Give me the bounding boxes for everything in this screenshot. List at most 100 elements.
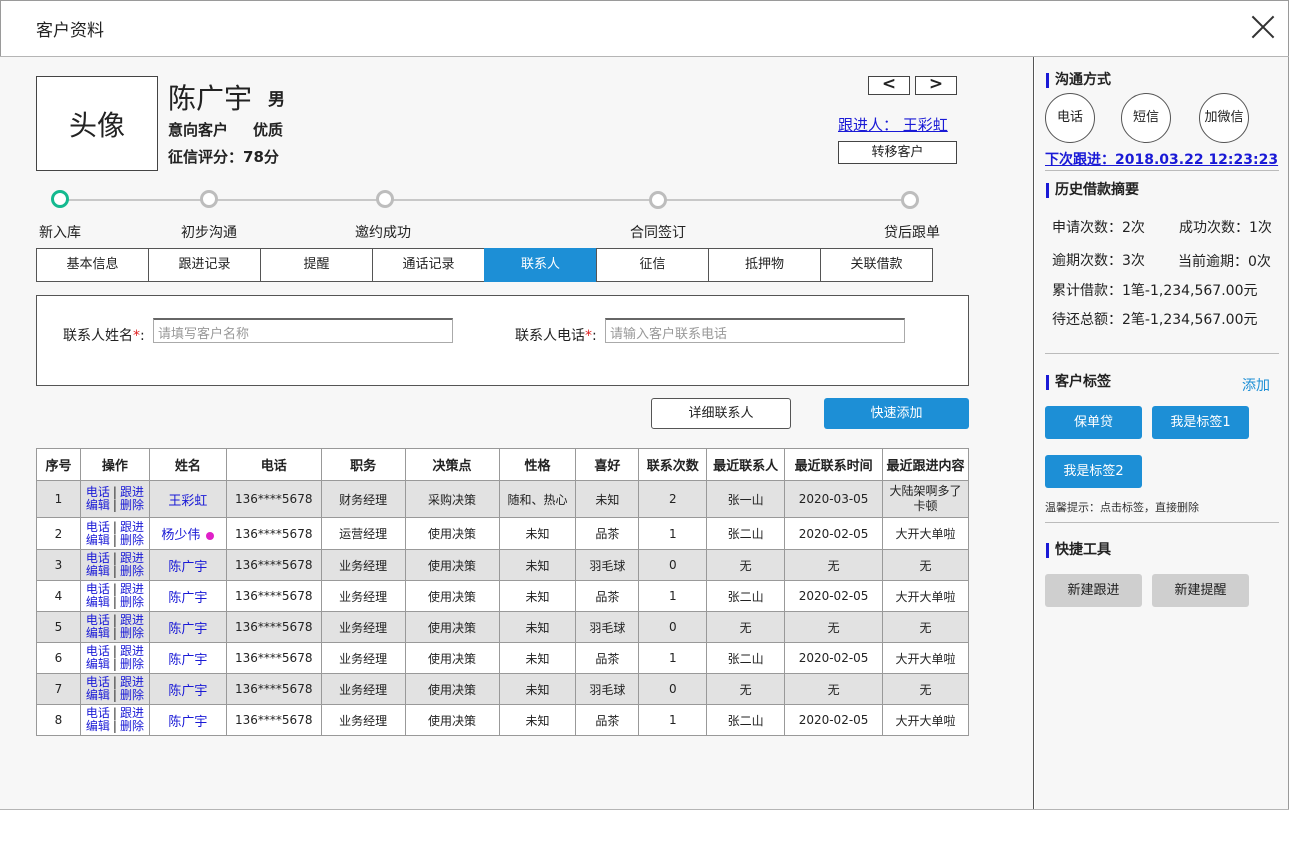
hobby: 羽毛球 xyxy=(575,611,640,643)
follow-link[interactable]: 跟进 xyxy=(120,644,144,658)
hobby: 未知 xyxy=(575,480,640,518)
contact-name-link[interactable]: 陈广宇 xyxy=(168,684,207,699)
contact-title-text: 财务经理 xyxy=(339,492,388,507)
contact-form: 联系人姓名*: 请填写客户名称 联系人电话*: 请输入客户联系电话 xyxy=(36,295,969,386)
delete-link[interactable]: 删除 xyxy=(120,498,144,512)
call-link[interactable]: 电话 xyxy=(86,520,110,534)
tag-label-1[interactable]: 我是标签1 xyxy=(1152,406,1249,439)
tag-policy-loan[interactable]: 保单贷 xyxy=(1045,406,1142,439)
edit-link[interactable]: 编辑 xyxy=(86,626,110,640)
follow-link[interactable]: 跟进 xyxy=(120,675,144,689)
current-overdue: 当前逾期：0次 xyxy=(1178,254,1271,270)
row-number: 6 xyxy=(36,642,81,674)
next-follow-link[interactable]: 下次跟进：2018.03.22 12:23:23 xyxy=(1045,149,1278,169)
separator: | xyxy=(112,688,117,702)
contact-phone: 136****5678 xyxy=(225,673,322,705)
decision-point-text: 采购决策 xyxy=(428,492,477,507)
edit-link[interactable]: 编辑 xyxy=(86,688,110,702)
follow-link[interactable]: 跟进 xyxy=(120,551,144,565)
edit-link[interactable]: 编辑 xyxy=(86,498,110,512)
tab-reminders[interactable]: 提醒 xyxy=(260,248,373,282)
follow-link[interactable]: 跟进 xyxy=(120,613,144,627)
last-contact: 无 xyxy=(706,611,786,643)
tag-hint: 温馨提示：点击标签，直接删除 xyxy=(1045,501,1199,514)
contact-title-text: 业务经理 xyxy=(339,651,388,666)
personality: 未知 xyxy=(498,642,577,674)
call-link[interactable]: 电话 xyxy=(86,485,110,499)
table-row: 8 电话 | 跟进 编辑 | 删除 陈广宇 136****5678 业务经理 使用决策 未知 品茶 1 张二… xyxy=(36,704,969,736)
follow-link[interactable]: 跟进 xyxy=(120,706,144,720)
follow-link[interactable]: 跟进 xyxy=(120,582,144,596)
add-wechat-button[interactable]: 加微信 xyxy=(1199,93,1249,143)
edit-link[interactable]: 编辑 xyxy=(86,657,110,671)
tag-label-2[interactable]: 我是标签2 xyxy=(1045,455,1142,488)
decision-point-text: 使用决策 xyxy=(428,651,477,666)
tab-call-records[interactable]: 通话记录 xyxy=(372,248,485,282)
contact-name-link[interactable]: 陈广宇 xyxy=(168,591,207,606)
separator: | xyxy=(112,719,117,733)
transfer-customer-button[interactable]: 转移客户 xyxy=(838,141,957,164)
contact-count: 1 xyxy=(638,704,708,736)
follow-link[interactable]: 跟进 xyxy=(120,520,144,534)
table-row: 6 电话 | 跟进 编辑 | 删除 陈广宇 136****5678 业务经理 使用决策 未知 品茶 1 张二… xyxy=(36,642,969,674)
contact-name-link[interactable]: 杨少伟 xyxy=(161,528,200,543)
delete-link[interactable]: 删除 xyxy=(120,657,144,671)
edit-link[interactable]: 编辑 xyxy=(86,533,110,547)
tab-contacts[interactable]: 联系人 xyxy=(484,248,597,282)
last-follow-content-text: 大开大单啦 xyxy=(895,589,956,604)
contact-name-input[interactable]: 请填写客户名称 xyxy=(153,318,453,343)
quick-add-button[interactable]: 快速添加 xyxy=(824,398,969,429)
contact-title-text: 业务经理 xyxy=(339,620,388,635)
contact-name-link[interactable]: 陈广宇 xyxy=(168,653,207,668)
contact-phone-input[interactable]: 请输入客户联系电话 xyxy=(605,318,905,343)
footer-bar xyxy=(0,809,1289,846)
status-dot-icon xyxy=(206,531,215,540)
contact-title: 业务经理 xyxy=(320,611,406,643)
delete-link[interactable]: 删除 xyxy=(120,595,144,609)
table-row: 2 电话 | 跟进 编辑 | 删除 杨少伟 136****5678 运营经理 使用决策 未知 品茶 1 张二… xyxy=(36,517,969,550)
call-link[interactable]: 电话 xyxy=(86,644,110,658)
sms-button[interactable]: 短信 xyxy=(1121,93,1171,143)
call-button[interactable]: 电话 xyxy=(1045,93,1095,143)
tools-title: 快捷工具 xyxy=(1046,543,1111,558)
follower-link[interactable]: 跟进人： 王彩虹 xyxy=(838,114,948,135)
edit-link[interactable]: 编辑 xyxy=(86,564,110,578)
delete-link[interactable]: 删除 xyxy=(120,564,144,578)
new-reminder-button[interactable]: 新建提醒 xyxy=(1152,574,1249,607)
tab-basic-info[interactable]: 基本信息 xyxy=(36,248,149,282)
edit-link[interactable]: 编辑 xyxy=(86,719,110,733)
call-link[interactable]: 电话 xyxy=(86,582,110,596)
call-link[interactable]: 电话 xyxy=(86,613,110,627)
delete-link[interactable]: 删除 xyxy=(120,719,144,733)
contact-phone-text: 136****5678 xyxy=(235,589,313,603)
call-link[interactable]: 电话 xyxy=(86,551,110,565)
contact-name-link[interactable]: 陈广宇 xyxy=(168,560,207,575)
contact-title: 业务经理 xyxy=(320,673,406,705)
hobby: 羽毛球 xyxy=(575,673,640,705)
delete-link[interactable]: 删除 xyxy=(120,688,144,702)
tab-related-loans[interactable]: 关联借款 xyxy=(820,248,933,282)
call-link[interactable]: 电话 xyxy=(86,675,110,689)
new-follow-button[interactable]: 新建跟进 xyxy=(1045,574,1142,607)
contact-name-link[interactable]: 陈广宇 xyxy=(168,622,207,637)
delete-link[interactable]: 删除 xyxy=(120,626,144,640)
next-customer-button[interactable]: > xyxy=(915,76,957,95)
delete-link[interactable]: 删除 xyxy=(120,533,144,547)
add-tag-link[interactable]: 添加 xyxy=(1242,375,1270,395)
follow-link[interactable]: 跟进 xyxy=(120,485,144,499)
separator: | xyxy=(112,582,117,596)
tab-follow-records[interactable]: 跟进记录 xyxy=(148,248,261,282)
close-icon[interactable] xyxy=(1250,14,1276,40)
call-link[interactable]: 电话 xyxy=(86,706,110,720)
prev-customer-button[interactable]: < xyxy=(868,76,910,95)
title-bar: 客户资料 xyxy=(0,0,1289,57)
contact-name-link[interactable]: 陈广宇 xyxy=(168,715,207,730)
detail-contacts-button[interactable]: 详细联系人 xyxy=(651,398,791,429)
tab-credit[interactable]: 征信 xyxy=(596,248,709,282)
last-follow-content: 大开大单啦 xyxy=(882,580,969,612)
tab-collateral[interactable]: 抵押物 xyxy=(708,248,821,282)
contact-title: 业务经理 xyxy=(320,642,406,674)
edit-link[interactable]: 编辑 xyxy=(86,595,110,609)
contact-name-link[interactable]: 王彩虹 xyxy=(168,494,207,509)
separator: | xyxy=(112,551,117,565)
